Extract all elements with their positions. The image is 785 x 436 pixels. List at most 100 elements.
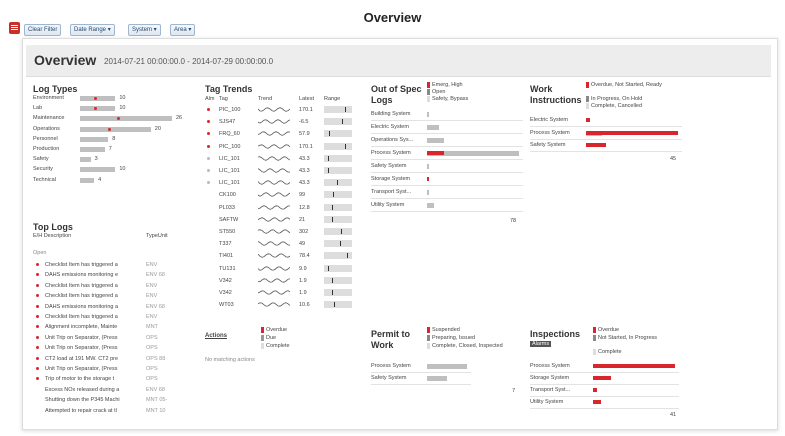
top-log-description[interactable]: Checklist Item has triggered a [45, 262, 141, 268]
top-log-description[interactable]: Unit Trip on Separator, (Press [45, 366, 141, 372]
insp-bar-red[interactable] [593, 376, 612, 380]
tag-name[interactable]: ST550 [219, 229, 235, 235]
system-dropdown[interactable]: System ▾ [128, 24, 161, 36]
oos-row-label[interactable]: Safety System [371, 163, 406, 169]
log-type-bar[interactable] [80, 116, 172, 122]
log-type-bar[interactable] [80, 126, 151, 132]
permit-bar-grey[interactable] [427, 376, 447, 381]
oos-bar-grey[interactable] [427, 190, 430, 195]
oos-row-label[interactable]: Operations Sys... [371, 137, 413, 143]
date-range-dropdown[interactable]: Date Range ▾ [70, 24, 115, 36]
top-log-description[interactable]: DAHS emissions monitoring e [45, 272, 141, 278]
log-type-count: 10 [119, 95, 126, 101]
oos-bar-red[interactable] [427, 151, 444, 155]
tag-latest-value: 12.8 [299, 204, 310, 211]
log-type-label[interactable]: Technical [33, 177, 56, 183]
work-row-label[interactable]: Process System [530, 130, 570, 136]
oos-bar-grey[interactable] [427, 125, 439, 130]
oos-bar-grey[interactable] [427, 203, 435, 208]
oos-row-label[interactable]: Process System [371, 150, 411, 156]
insp-bar-red[interactable] [593, 400, 602, 404]
alarm-dot [207, 169, 210, 172]
tag-name[interactable]: LIC_101 [219, 156, 240, 162]
oos-bar-grey[interactable] [427, 164, 430, 169]
log-type-label[interactable]: Safety [33, 156, 49, 162]
oos-bar-grey[interactable] [427, 138, 444, 143]
top-log-description[interactable]: Checklist Item has triggered a [45, 314, 141, 320]
log-type-bar[interactable] [80, 167, 116, 173]
top-log-description[interactable]: Checklist Item has triggered a [45, 293, 141, 299]
trend-sparkline [258, 180, 290, 185]
insp-row-divider [530, 372, 679, 373]
top-log-description[interactable]: CT2 load at 191 MW. CT2 pre [45, 356, 141, 362]
oos-bar-grey[interactable] [427, 112, 430, 117]
top-log-description[interactable]: DAHS emissions monitoring a [45, 304, 141, 310]
tag-name[interactable]: T337 [219, 241, 232, 247]
top-log-description[interactable]: Excess NOx released during a [45, 387, 141, 393]
tag-name[interactable]: LIC_101 [219, 180, 240, 186]
permit-bar-grey[interactable] [427, 364, 467, 369]
tag-name[interactable]: PL033 [219, 205, 235, 211]
log-type-bar[interactable] [80, 96, 116, 101]
tag-name[interactable]: V342 [219, 290, 232, 296]
work-bar-red[interactable] [586, 143, 607, 147]
log-type-label[interactable]: Environment [33, 95, 64, 101]
tag-latest-value: 170.1 [299, 143, 313, 150]
top-log-description[interactable]: Alignment incomplete, Mainte [45, 324, 141, 330]
top-log-description[interactable]: Unit Trip on Separator, (Press [45, 345, 141, 351]
tag-name[interactable]: SAFTW [219, 217, 238, 223]
log-type-bar[interactable] [80, 157, 91, 163]
work-row-label[interactable]: Electric System [530, 117, 568, 123]
log-type-label[interactable]: Production [33, 146, 59, 152]
tag-name[interactable]: TI401 [219, 253, 233, 259]
oos-bar-red[interactable] [427, 177, 430, 181]
log-type-label[interactable]: Personnel [33, 136, 58, 142]
oos-row-label[interactable]: Electric System [371, 124, 409, 130]
tag-name[interactable]: PIC_100 [219, 107, 240, 113]
tag-name[interactable]: PIC_100 [219, 144, 240, 150]
oos-row-label[interactable]: Utility System [371, 202, 404, 208]
work-row-label[interactable]: Safety System [530, 142, 565, 148]
insp-row-label[interactable]: Process System [530, 363, 570, 369]
permit-legend-0: Suspended [432, 327, 460, 333]
log-type-bar[interactable] [80, 177, 95, 183]
out-of-spec-title-1: Out of Spec [371, 84, 422, 94]
top-log-description[interactable]: Shutting down the P345 Machi [45, 397, 141, 403]
log-type-label[interactable]: Maintenance [33, 115, 65, 121]
oos-row-label[interactable]: Storage System [371, 176, 410, 182]
tag-name[interactable]: CK100 [219, 192, 236, 198]
clear-filter-button[interactable]: Clear Filter [24, 24, 62, 36]
insp-bar-red[interactable] [593, 388, 598, 392]
insp-row-label[interactable]: Utility System [530, 399, 563, 405]
oos-row-label[interactable]: Transport Syst... [371, 189, 411, 195]
top-log-description[interactable]: Unit Trip on Separator, (Press [45, 335, 141, 341]
log-type-label[interactable]: Lab [33, 105, 42, 111]
work-bar-red[interactable] [586, 130, 678, 135]
top-log-description[interactable]: Attempted to repair crack at tl [45, 408, 141, 414]
tag-name[interactable]: FRQ_60 [219, 131, 240, 137]
log-type-bar[interactable] [80, 136, 109, 142]
area-dropdown[interactable]: Area ▾ [170, 24, 196, 36]
insp-row-label[interactable]: Transport Syst... [530, 387, 570, 393]
insp-row-label[interactable]: Storage System [530, 375, 569, 381]
log-type-bar[interactable] [80, 106, 116, 112]
actions-title[interactable]: Actions [205, 333, 227, 339]
top-log-description[interactable]: Trip of motor to the storage t [45, 376, 141, 382]
trend-sparkline [258, 229, 290, 234]
tag-range-bar [324, 228, 352, 235]
tag-name[interactable]: TU131 [219, 266, 236, 272]
tag-range-bar [324, 154, 352, 162]
oos-row-label[interactable]: Building System [371, 111, 410, 117]
log-type-label[interactable]: Security [33, 166, 53, 172]
work-bar-red[interactable] [586, 118, 591, 122]
permit-row-label[interactable]: Process System [371, 363, 411, 369]
top-log-description[interactable]: Checklist Item has triggered a [45, 283, 141, 289]
tag-name[interactable]: SJS47 [219, 119, 235, 125]
tag-name[interactable]: LIC_101 [219, 168, 240, 174]
tag-name[interactable]: V342 [219, 278, 232, 284]
log-type-bar[interactable] [80, 147, 105, 152]
insp-bar-red[interactable] [593, 364, 675, 368]
log-type-label[interactable]: Operations [33, 126, 60, 132]
tag-name[interactable]: WT03 [219, 302, 234, 308]
permit-row-label[interactable]: Safety System [371, 375, 406, 381]
